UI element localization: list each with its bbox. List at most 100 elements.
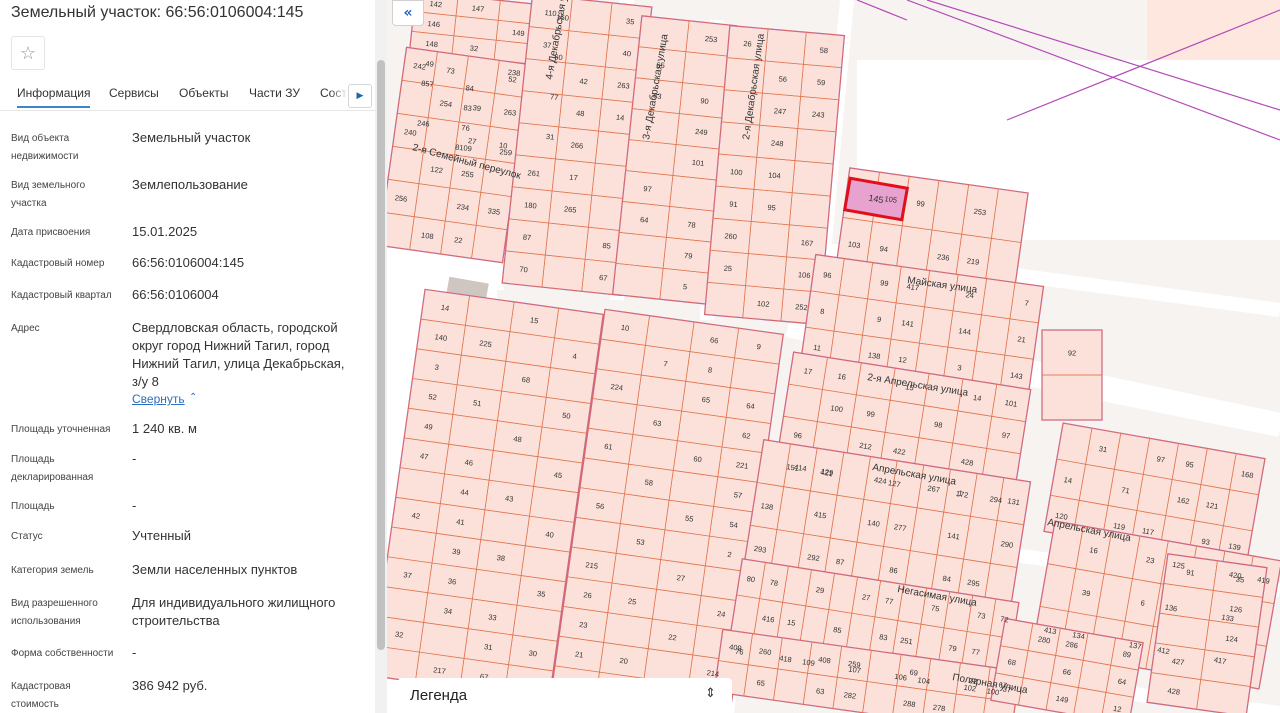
parcel-number: 78 <box>687 220 696 230</box>
tab-objects[interactable]: Объекты <box>179 86 229 100</box>
parcel-number: 16 <box>837 372 847 382</box>
tabs-next-icon[interactable]: ▶ <box>348 84 372 108</box>
parcel-number: 104 <box>917 675 931 686</box>
parcel-number: 149 <box>512 28 525 38</box>
parcel-number: 39 <box>452 547 462 557</box>
parcel-number: 106 <box>798 270 811 280</box>
field-value-status: Учтенный <box>132 528 192 543</box>
parcel-number: 34 <box>443 606 453 616</box>
parcel-number: 219 <box>966 256 980 267</box>
parcel-number: 65 <box>701 395 711 405</box>
parcel-number: 29 <box>815 585 825 595</box>
collapse-link[interactable]: Свернуть <box>132 392 185 406</box>
parcel-number: 27 <box>861 592 871 602</box>
parcel-number: 27 <box>676 573 686 583</box>
parcel-number: 418 <box>779 654 793 665</box>
parcel-number: 10 <box>498 140 508 150</box>
parcel-number: 39 <box>472 103 482 113</box>
parcel-number: 131 <box>1007 496 1021 507</box>
parcel-number: 236 <box>936 252 950 263</box>
field-label-permitted-use: Вид разрешенного использования <box>11 598 98 627</box>
parcel-number: 225 <box>479 338 493 349</box>
parcel-number: 64 <box>640 215 649 225</box>
parcel-number: 292 <box>807 552 821 563</box>
parcel-number: 282 <box>843 690 857 701</box>
parcel-number: 66 <box>710 335 720 345</box>
parcel-number: 52 <box>428 392 438 402</box>
tab-services[interactable]: Сервисы <box>109 86 159 100</box>
parcel-number: 27 <box>467 136 477 146</box>
parcel-number: 64 <box>746 401 756 411</box>
parcel-number: 22 <box>454 235 464 245</box>
field-label-cadastral-quarter: Кадастровый квартал <box>11 290 112 301</box>
parcel-number: 37 <box>1002 684 1012 694</box>
star-icon[interactable]: ☆ <box>11 36 45 70</box>
parcel-number: 99 <box>866 409 876 419</box>
parcel-number: 260 <box>758 646 772 657</box>
parcel-number: 80 <box>746 574 756 584</box>
parcel-number: 98 <box>934 420 944 430</box>
parcel-number: 109 <box>802 657 816 668</box>
parcel-number: 48 <box>576 109 585 119</box>
collapse-panel-icon[interactable]: « <box>392 0 424 26</box>
parcel-number: 25 <box>627 596 637 606</box>
parcel-number: 83 <box>463 103 472 113</box>
parcel-number: 146 <box>427 19 440 29</box>
legend-bar[interactable]: Легенда ⇕ <box>398 678 732 713</box>
field-value-object-type: Земельный участок <box>132 130 251 145</box>
large-parcel <box>1147 0 1280 60</box>
parcel-number: 246 <box>417 118 430 128</box>
cadastral-map[interactable]: 145 2-я Семейный переулок 4-я Декабрьская… <box>387 0 1280 713</box>
parcel-number: 12 <box>898 355 908 365</box>
field-value-cadastral-value: 386 942 руб. <box>132 678 208 693</box>
parcel-number: 97 <box>1156 454 1166 464</box>
chevron-updown-icon[interactable]: ⇕ <box>705 686 716 701</box>
parcel-number: 56 <box>778 74 787 84</box>
parcel-number: 42 <box>411 511 421 521</box>
parcel-number: 59 <box>817 78 826 88</box>
parcel-number: 144 <box>958 326 972 337</box>
parcel-number: 129 <box>820 467 834 478</box>
parcel-number: 14 <box>615 113 624 123</box>
field-label-land-category: Категория земель <box>11 565 94 576</box>
parcel-number: 96 <box>823 270 833 280</box>
parcel-number: 278 <box>932 703 946 713</box>
parcel-number: 102 <box>757 299 770 309</box>
parcel-number: 95 <box>1185 459 1195 469</box>
parcel-number: 24 <box>965 290 975 300</box>
parcel-number: 87 <box>522 233 531 243</box>
parcel-number: 85 <box>833 625 843 635</box>
parcel-number: 247 <box>773 106 786 116</box>
parcel-number: 14 <box>1063 475 1073 485</box>
parcel-number: 35 <box>1235 575 1245 585</box>
tab-information[interactable]: Информация <box>17 86 91 108</box>
parcel-number: 48 <box>513 434 523 444</box>
parcel-number: 91 <box>1186 568 1196 578</box>
panel-scrollbar-thumb[interactable] <box>377 60 385 650</box>
parcel-number: 254 <box>439 98 453 109</box>
tab-fade <box>330 82 348 110</box>
parcel-number: 180 <box>524 200 537 210</box>
chevron-up-icon[interactable]: ⌃ <box>189 392 197 403</box>
field-label-cadastral-number: Кадастровый номер <box>11 258 105 269</box>
parcel-number: 64 <box>1117 677 1127 687</box>
parcel-number: 267 <box>927 484 941 495</box>
parcel-number: 409 <box>729 642 743 653</box>
parcel-number: 77 <box>971 647 981 657</box>
tab-parts[interactable]: Части ЗУ <box>249 86 300 100</box>
parcel-number: 70 <box>519 265 528 275</box>
parcel-number: 79 <box>948 643 958 653</box>
parcel-number: 108 <box>421 231 435 242</box>
map-canvas[interactable]: 145 2-я Семейный переулок4-я Декабрьская… <box>387 0 1280 713</box>
parcel-number: 69 <box>909 668 919 678</box>
parcel-number: 335 <box>487 206 501 217</box>
parcel-number: 40 <box>545 530 555 540</box>
parcel-number: 66 <box>1062 667 1072 677</box>
page-title: Земельный участок: 66:56:0106004:145 <box>11 4 304 21</box>
parcel-number: 86 <box>889 565 899 575</box>
parcel-number: 32 <box>469 44 478 54</box>
parcel-number: 44 <box>460 487 470 497</box>
parcel-number: 32 <box>394 630 404 640</box>
parcel-number: 17 <box>803 366 813 376</box>
parcel-number: 150 <box>556 12 569 22</box>
